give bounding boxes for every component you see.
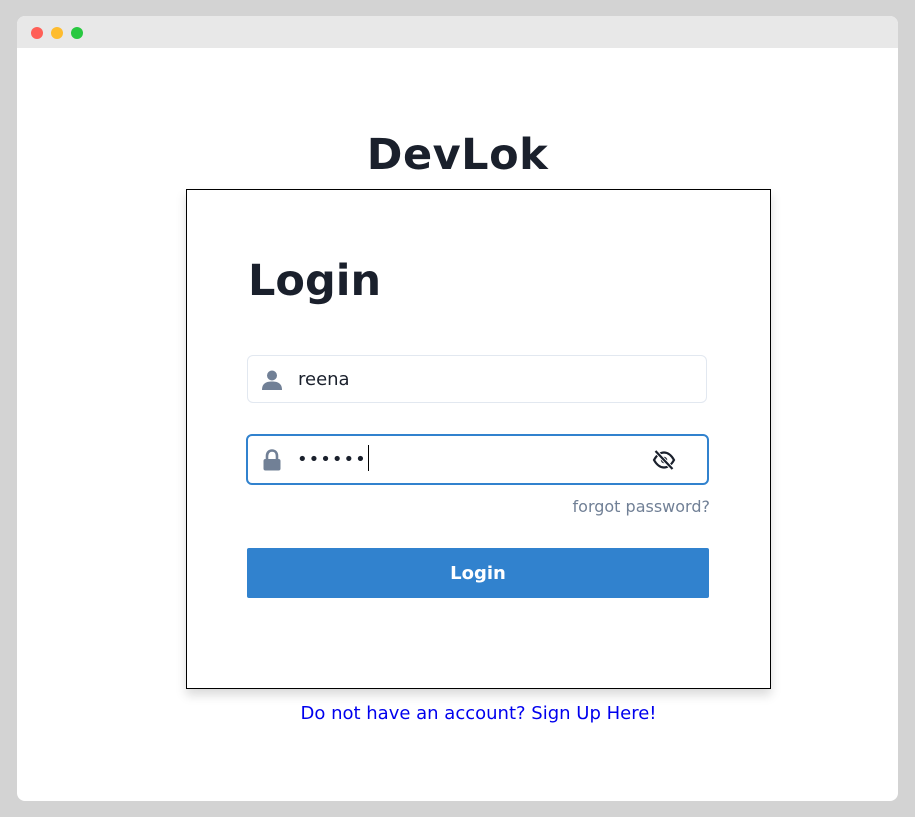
signup-link-container: Do not have an account? Sign Up Here! <box>17 703 898 724</box>
username-field[interactable]: reena <box>247 355 707 403</box>
signup-link[interactable]: Do not have an account? Sign Up Here! <box>300 703 656 724</box>
lock-icon <box>261 449 283 471</box>
user-icon <box>261 369 283 391</box>
login-button[interactable]: Login <box>247 548 709 598</box>
login-title: Login <box>248 256 382 306</box>
text-caret <box>367 445 369 471</box>
password-field[interactable]: •••••• <box>246 434 709 485</box>
forgot-password-link[interactable]: forgot password? <box>573 497 710 516</box>
maximize-window-button[interactable] <box>71 27 83 39</box>
username-value: reena <box>298 369 350 390</box>
eye-off-icon[interactable] <box>651 447 677 473</box>
login-card: Login reena •••••• forgot password? Logi… <box>186 189 771 689</box>
minimize-window-button[interactable] <box>51 27 63 39</box>
window-titlebar <box>17 16 898 48</box>
password-value: •••••• <box>297 445 369 472</box>
browser-window: DevLok Login reena •••••• forgot passwor… <box>17 16 898 801</box>
password-masked-text: •••••• <box>297 449 367 470</box>
close-window-button[interactable] <box>31 27 43 39</box>
brand-title: DevLok <box>366 130 549 180</box>
